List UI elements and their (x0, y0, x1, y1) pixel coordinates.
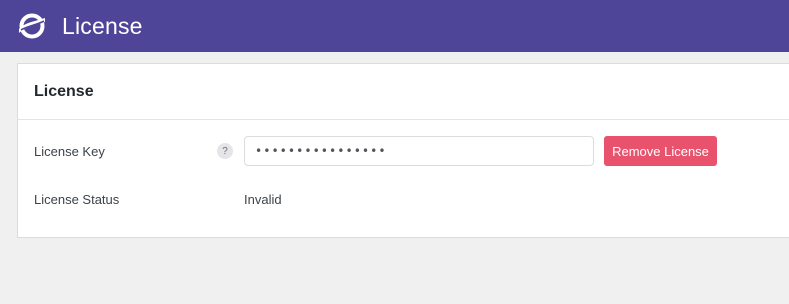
brand-logo-icon (17, 11, 47, 41)
remove-license-button[interactable]: Remove License (604, 136, 717, 166)
license-card: License License Key ? Remove License Lic… (17, 63, 789, 238)
app-title: License (62, 12, 143, 39)
card-title: License (34, 82, 94, 100)
help-icon[interactable]: ? (217, 143, 233, 159)
license-key-input[interactable] (244, 136, 594, 166)
top-header-bar: License (0, 0, 789, 52)
license-status-label: License Status (34, 191, 120, 207)
card-header: License (18, 64, 789, 120)
license-key-label: License Key (34, 143, 105, 159)
license-status-value: Invalid (244, 191, 282, 207)
